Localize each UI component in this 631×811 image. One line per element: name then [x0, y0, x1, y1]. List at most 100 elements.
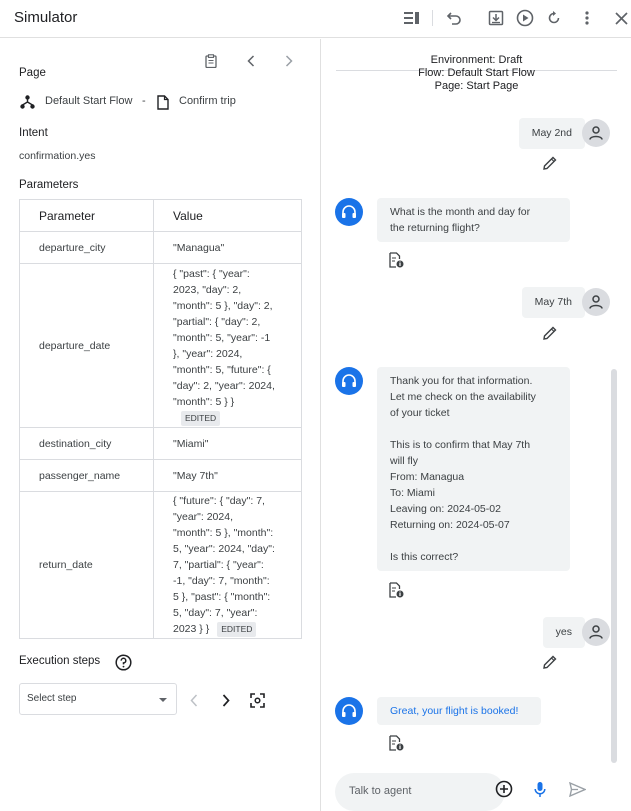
parameter-value-line: "month": 5 }, "day": 2,: [173, 299, 273, 312]
flow-icon: [19, 94, 35, 110]
intent-value: confirmation.yes: [19, 150, 96, 162]
parameter-value-line: 5, "year": 2024, "day":: [173, 543, 275, 555]
response-info-icon[interactable]: [388, 734, 404, 751]
edited-badge: EDITED: [217, 622, 257, 637]
parameter-value-line: "Miami": [173, 437, 209, 450]
step-next-icon[interactable]: [219, 692, 233, 708]
page-icon: [156, 93, 170, 111]
parameter-name: departure_city: [19, 231, 154, 264]
parameter-value-line: 5, "day": 7, "year":: [173, 607, 258, 619]
select-step-placeholder: Select step: [27, 693, 77, 704]
chevron-left-icon[interactable]: [244, 53, 258, 69]
focus-icon[interactable]: [249, 692, 265, 708]
parameter-value-cell: { "future": { "day": 7, "year": 2024, "mon…: [153, 491, 302, 639]
simulator-header: Simulator: [0, 0, 631, 38]
parameter-value-line: "month": 5 }, "month":: [173, 527, 274, 539]
parameter-value-line: 2023 } }: [173, 623, 210, 635]
clipboard-icon[interactable]: [203, 53, 219, 69]
parameter-value-line: -1, "day": 7, "month":: [173, 575, 270, 587]
agent-avatar-icon: [335, 198, 363, 226]
user-message: yes: [542, 617, 585, 648]
parameter-value-line: "May 7th": [173, 469, 218, 482]
add-circle-icon[interactable]: [494, 779, 514, 799]
more-vert-icon[interactable]: [577, 8, 597, 28]
parameter-value-cell: "Miami": [153, 427, 302, 460]
undo-icon[interactable]: [444, 8, 464, 28]
parameter-value-line: "month": 5, "future": {: [173, 363, 271, 376]
send-icon[interactable]: [567, 779, 587, 799]
parameters-table: Parameter Value departure_city "Managua" d…: [19, 199, 302, 639]
agent-message: Thank you for that information. Let me ch…: [377, 367, 570, 571]
chevron-right-icon[interactable]: [282, 53, 296, 69]
parameter-value-line: }, "year": 2024,: [173, 347, 243, 360]
left-panel: Page Default Start Flow - Confirm trip I…: [0, 39, 321, 811]
parameter-value-line: "Managua": [173, 241, 225, 254]
env-environment: Environment: Draft: [430, 54, 523, 66]
flow-name[interactable]: Default Start Flow: [45, 95, 132, 107]
table-row: destination_city "Miami": [19, 427, 302, 460]
reset-icon[interactable]: [544, 8, 564, 28]
agent-avatar-icon: [335, 697, 363, 725]
agent-message: What is the month and day for the returni…: [377, 198, 570, 242]
agent-message-line: [390, 533, 557, 549]
page-name[interactable]: Confirm trip: [179, 95, 236, 107]
edit-icon[interactable]: [542, 325, 558, 341]
caret-down-icon: [159, 698, 167, 702]
simulator-title: Simulator: [14, 9, 78, 26]
parameter-value-line: "day": 2, "year": 2024,: [173, 379, 275, 392]
agent-message-line: Thank you for that information.: [390, 375, 533, 387]
table-row: passenger_name "May 7th": [19, 459, 302, 492]
agent-message-line: What is the month and day for: [390, 206, 531, 218]
page-label: Page: [19, 67, 46, 79]
agent-message-line: This is to confirm that May 7th: [390, 439, 531, 451]
agent-message-line: From: Managua: [390, 471, 465, 483]
response-info-icon[interactable]: [388, 251, 404, 268]
parameter-value-cell: "May 7th": [153, 459, 302, 492]
talk-to-agent-input[interactable]: Talk to agent: [335, 773, 505, 811]
conversation-panel: Environment: Draft Flow: Default Start F…: [322, 39, 631, 811]
parameter-name: return_date: [19, 491, 154, 639]
agent-message-line: [390, 421, 557, 437]
play-icon[interactable]: [515, 8, 535, 28]
edit-icon[interactable]: [542, 155, 558, 171]
table-row: departure_date { "past": { "year": 2023, "…: [19, 263, 302, 428]
close-icon[interactable]: [611, 8, 631, 28]
parameter-value-line: 7, "partial": { "year":: [173, 559, 264, 571]
parameter-value-line: "partial": { "day": 2,: [173, 315, 261, 328]
table-row: return_date { "future": { "day": 7, "year"…: [19, 491, 302, 639]
parameter-name: passenger_name: [19, 459, 154, 492]
parameter-value-line: "month": 5 } }: [173, 395, 235, 408]
user-message: May 2nd: [518, 118, 585, 149]
agent-message-line: Is this correct?: [390, 551, 459, 563]
scrollbar[interactable]: [611, 369, 617, 763]
select-step-dropdown[interactable]: Select step: [19, 683, 177, 715]
step-prev-icon[interactable]: [187, 692, 201, 708]
help-icon[interactable]: [114, 653, 132, 671]
agent-message-line: Great, your flight is booked!: [390, 705, 519, 717]
response-info-icon[interactable]: [388, 581, 404, 598]
user-avatar-icon: [582, 288, 610, 316]
agent-message-line: of your ticket: [390, 407, 450, 419]
download-icon[interactable]: [486, 8, 506, 28]
agent-message-line: To: Miami: [390, 487, 435, 499]
env-page: Page: Start Page: [434, 80, 519, 92]
mic-icon[interactable]: [532, 779, 548, 799]
user-message: May 7th: [521, 287, 585, 318]
parameter-value-line: 2023, "day": 2,: [173, 283, 242, 296]
agent-message-line: will fly: [390, 455, 418, 467]
parameter-value-line: "year": 2024,: [173, 511, 233, 523]
agent-avatar-icon: [335, 367, 363, 395]
table-row: departure_city "Managua": [19, 231, 302, 264]
agent-message-line: Leaving on: 2024-05-02: [390, 503, 501, 515]
parameter-name: departure_date: [19, 263, 154, 428]
execution-steps-label: Execution steps: [19, 655, 101, 667]
agent-message: Great, your flight is booked!: [377, 697, 541, 725]
parameter-value-line: "month": 5, "year": -1: [173, 331, 271, 344]
intent-label: Intent: [19, 127, 48, 139]
input-placeholder: Talk to agent: [349, 785, 412, 797]
user-avatar-icon: [582, 119, 610, 147]
list-icon[interactable]: [402, 8, 422, 28]
table-header-parameter: Parameter: [19, 199, 154, 232]
edit-icon[interactable]: [542, 654, 558, 670]
header-divider: [432, 10, 433, 26]
